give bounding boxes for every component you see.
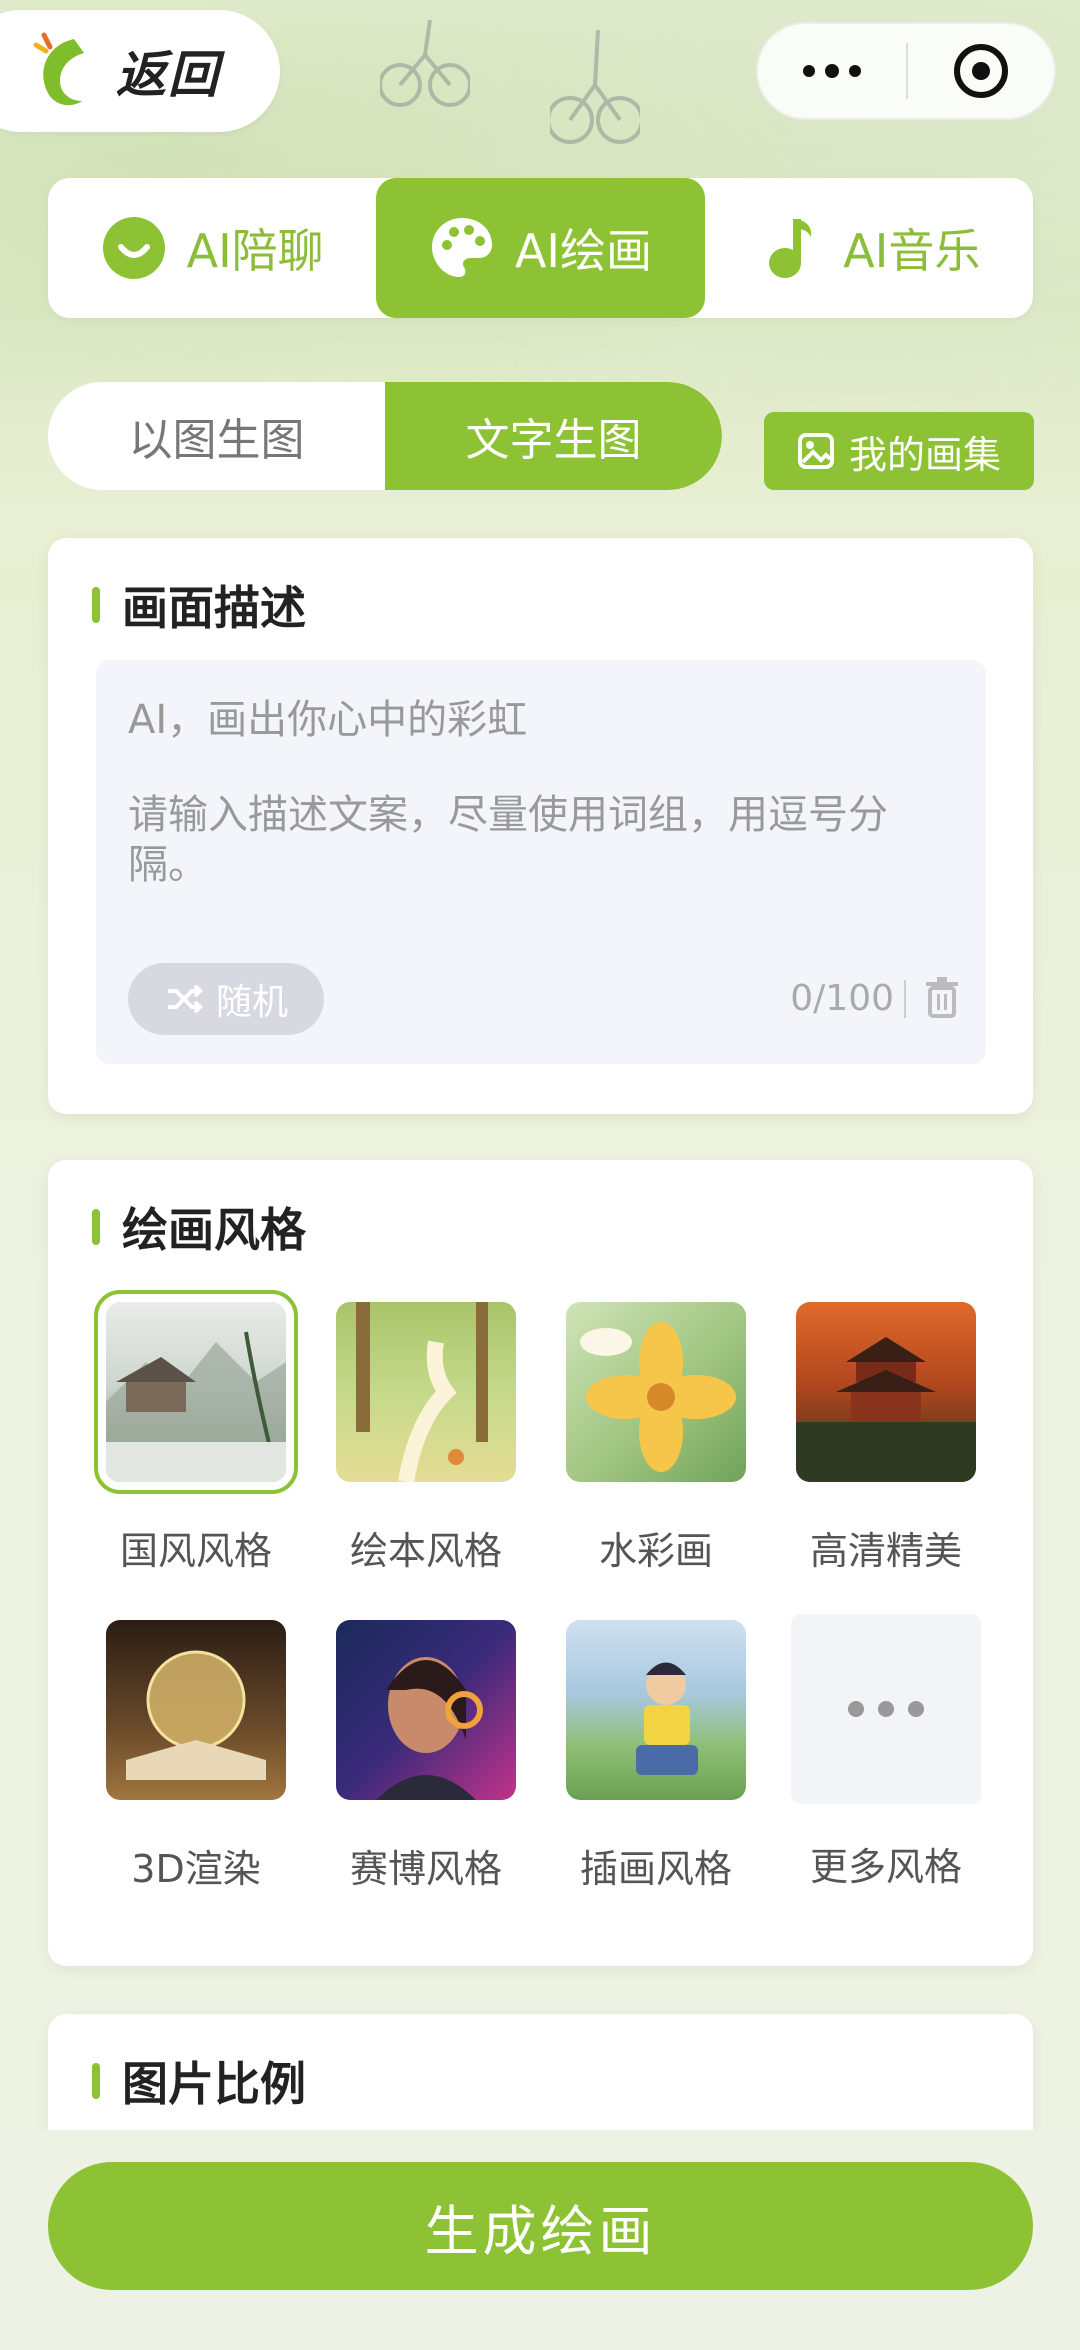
my-gallery-label: 我的画集 <box>848 432 1001 477</box>
counter-divider <box>904 980 906 1018</box>
placeholder-line-1: AI，画出你心中的彩虹 <box>128 697 528 743</box>
style-option-illustration[interactable]: 插画风格 <box>556 1620 756 1893</box>
chat-smile-icon <box>102 217 165 279</box>
style-label: 插画风格 <box>579 1847 732 1891</box>
random-button[interactable]: 随机 <box>128 963 324 1035</box>
style-option-more[interactable]: 更多风格 <box>786 1614 986 1891</box>
description-card: 画面描述 AI，画出你心中的彩虹 请输入描述文案，尽量使用词组，用逗号分隔。 随… <box>48 538 1033 1114</box>
style-label: 绘本风格 <box>349 1529 502 1573</box>
mode-tabs: 以图生图 文字生图 <box>48 382 722 490</box>
image-icon <box>797 433 834 469</box>
style-option-hd[interactable]: 高清精美 <box>786 1302 986 1575</box>
more-styles-thumbnail <box>791 1614 981 1804</box>
my-gallery-button[interactable]: 我的画集 <box>764 412 1034 490</box>
tab-image-to-image[interactable]: 以图生图 <box>48 382 385 490</box>
style-option-3d[interactable]: 3D渲染 <box>96 1620 296 1893</box>
miniprogram-capsule <box>756 22 1056 120</box>
style-thumbnail <box>336 1620 516 1800</box>
description-input[interactable]: AI，画出你心中的彩虹 请输入描述文案，尽量使用词组，用逗号分隔。 随机 0/1… <box>96 660 986 1064</box>
style-label: 更多风格 <box>809 1845 962 1889</box>
tab-text-to-image[interactable]: 文字生图 <box>385 382 722 490</box>
style-label: 高清精美 <box>809 1529 962 1573</box>
close-miniprogram-button[interactable] <box>908 24 1054 118</box>
style-label: 水彩画 <box>598 1529 713 1573</box>
style-label: 3D渲染 <box>131 1847 261 1891</box>
placeholder-line-2: 请输入描述文案，尽量使用词组，用逗号分隔。 <box>128 792 888 888</box>
shuffle-icon <box>167 984 203 1014</box>
style-option-watercolor[interactable]: 水彩画 <box>556 1302 756 1575</box>
tab-ai-music[interactable]: AI音乐 <box>705 178 1033 318</box>
style-option-cyber[interactable]: 赛博风格 <box>326 1620 526 1893</box>
back-label: 返回 <box>116 46 220 104</box>
tab-label: AI音乐 <box>843 224 981 278</box>
music-note-icon <box>769 219 812 278</box>
dot-icon <box>803 65 815 77</box>
style-title: 绘画风格 <box>92 1202 306 1257</box>
cyclist-illustration <box>550 29 640 144</box>
ratio-title: 图片比例 <box>92 2056 306 2111</box>
generate-button[interactable]: 生成绘画 <box>48 2162 1033 2290</box>
style-thumbnail <box>94 1290 298 1494</box>
style-thumbnail <box>566 1620 746 1800</box>
style-label: 赛博风格 <box>349 1847 502 1891</box>
dot-icon <box>849 65 861 77</box>
tab-label: AI绘画 <box>514 224 653 278</box>
trash-icon[interactable] <box>924 976 960 1018</box>
style-option-guofeng[interactable]: 国风风格 <box>94 1290 298 1575</box>
random-label: 随机 <box>215 982 288 1023</box>
palette-icon <box>431 218 492 277</box>
dot-icon <box>908 1701 924 1717</box>
app-logo-icon <box>33 32 84 106</box>
description-title: 画面描述 <box>92 580 306 635</box>
cyclist-illustration <box>380 19 470 107</box>
style-thumbnail <box>336 1302 516 1482</box>
style-option-picture-book[interactable]: 绘本风格 <box>326 1302 526 1575</box>
char-counter: 0/100 <box>790 978 894 1019</box>
tab-ai-chat[interactable]: AI陪聊 <box>48 178 376 318</box>
target-icon <box>954 44 1008 98</box>
style-thumbnail <box>796 1302 976 1482</box>
dot-icon <box>878 1701 894 1717</box>
more-menu-button[interactable] <box>758 24 906 118</box>
dot-icon <box>848 1701 864 1717</box>
style-label: 国风风格 <box>119 1529 272 1573</box>
style-thumbnail <box>566 1302 746 1482</box>
back-button[interactable]: 返回 <box>0 10 280 132</box>
style-card: 绘画风格 国风风格 绘本风格 水彩画 高清精美 3D渲染 赛博风格 插画风格 更… <box>48 1160 1033 1966</box>
dot-icon <box>825 64 839 78</box>
tab-ai-painting[interactable]: AI绘画 <box>376 178 705 318</box>
tab-label: AI陪聊 <box>186 224 324 278</box>
style-thumbnail <box>106 1620 286 1800</box>
main-tabs: AI陪聊 AI绘画 AI音乐 <box>48 178 1033 318</box>
